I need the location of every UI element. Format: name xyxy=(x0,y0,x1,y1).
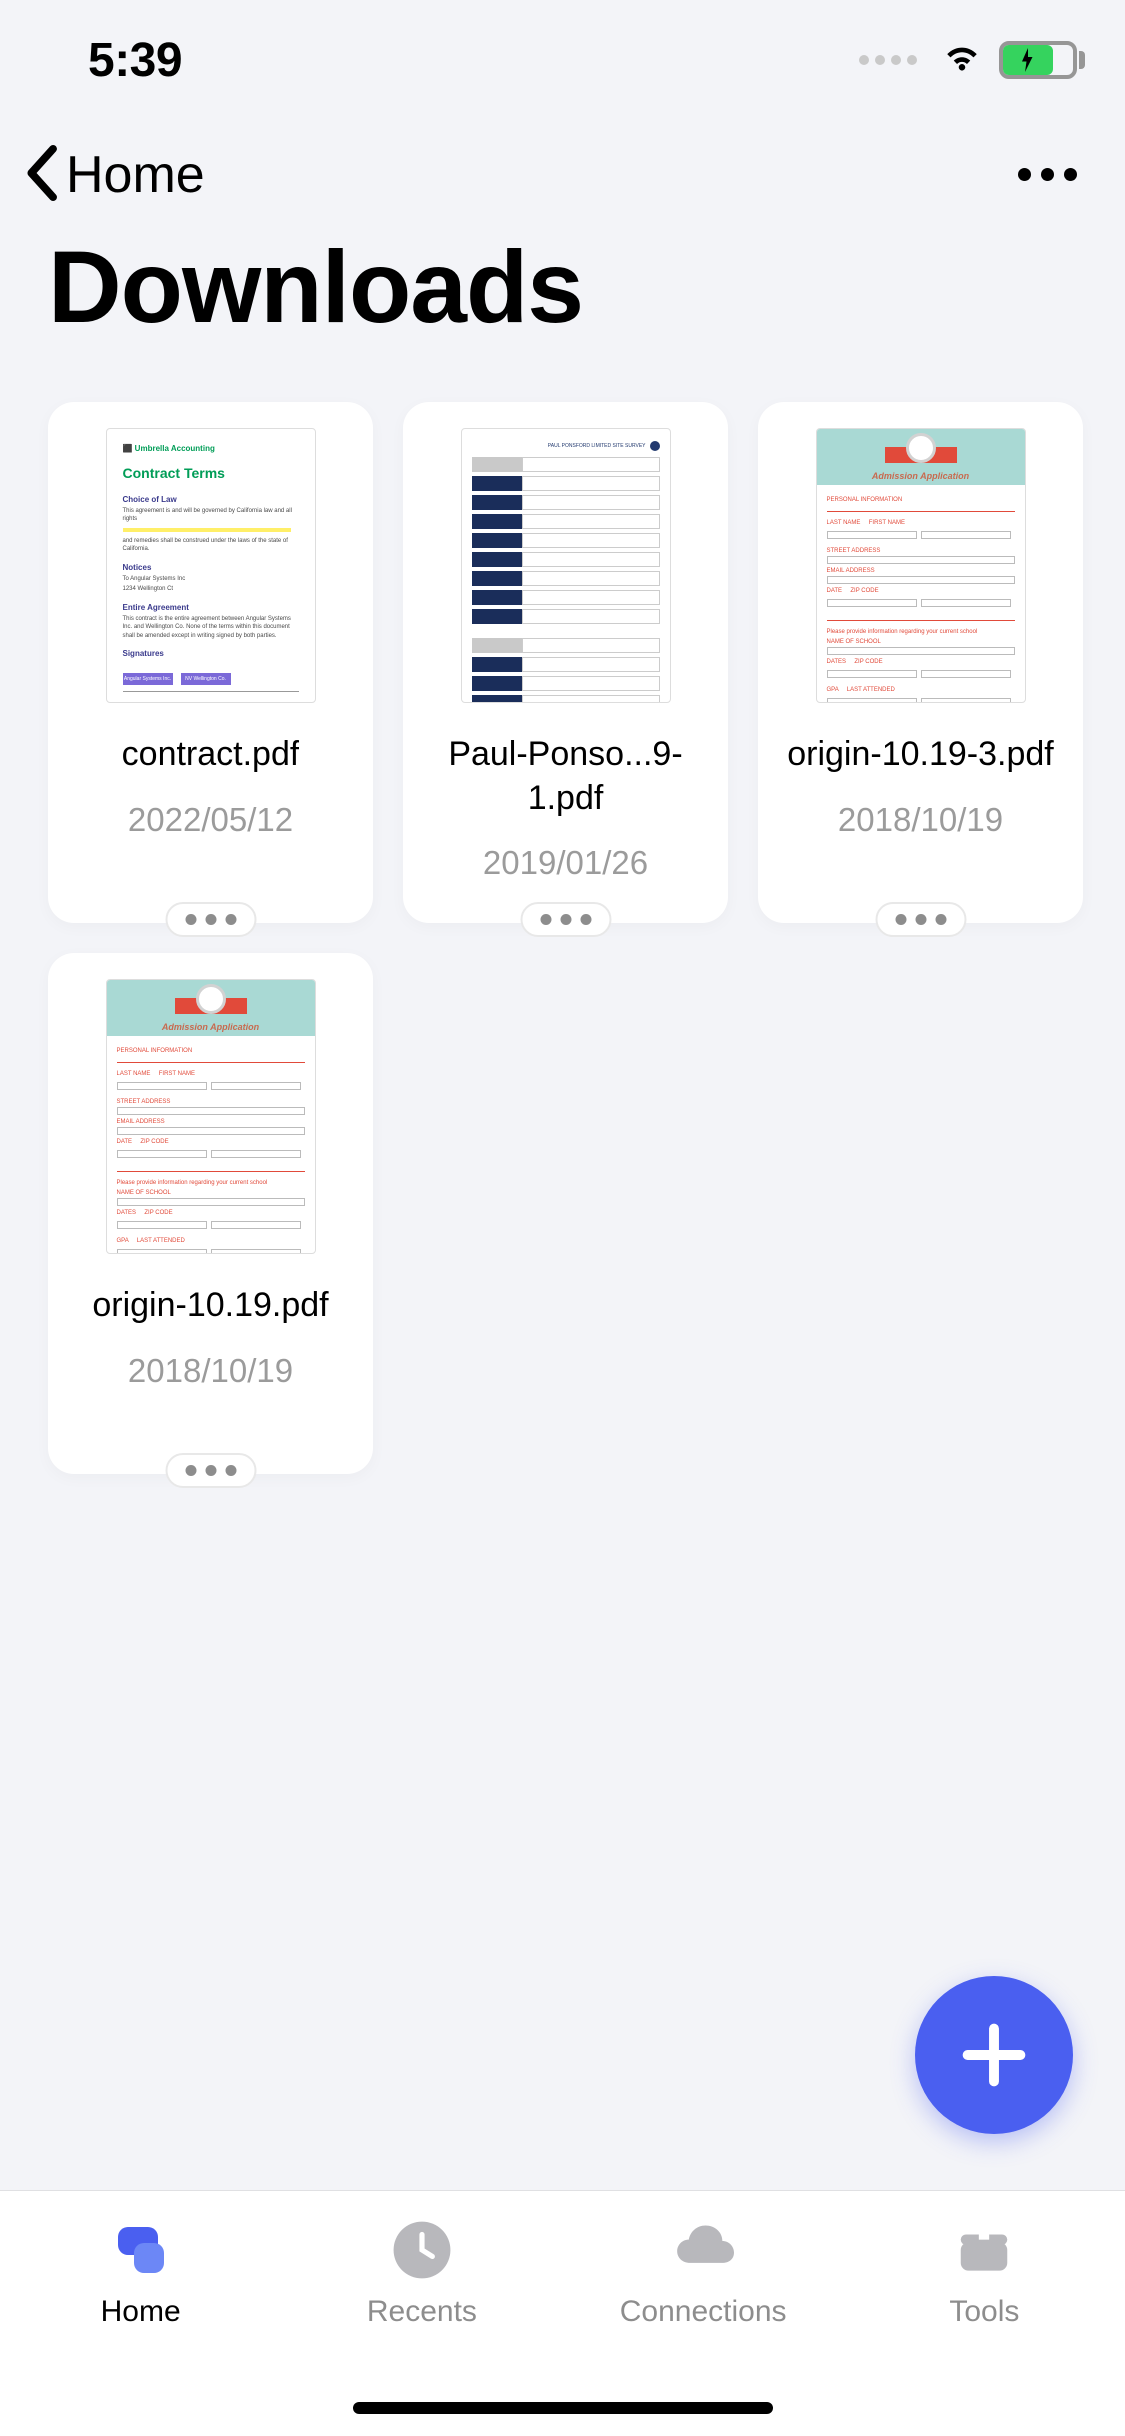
file-date: 2018/10/19 xyxy=(838,801,1003,839)
file-card[interactable]: PAUL PONSFORD LIMITED SITE SURVEY Paul-P… xyxy=(403,402,728,923)
file-thumbnail: Admission Application PERSONAL INFORMATI… xyxy=(816,428,1026,703)
file-card[interactable]: Admission Application PERSONAL INFORMATI… xyxy=(48,953,373,1474)
tab-label: Connections xyxy=(620,2295,787,2329)
page-title: Downloads xyxy=(0,215,1125,402)
nav-bar: Home xyxy=(0,120,1125,215)
file-more-button[interactable] xyxy=(520,902,611,937)
back-button[interactable]: Home xyxy=(20,144,205,205)
file-name: origin-10.19.pdf xyxy=(92,1284,328,1328)
tab-tools[interactable]: Tools xyxy=(844,2219,1125,2436)
file-thumbnail: Admission Application PERSONAL INFORMATI… xyxy=(106,979,316,1254)
file-thumbnail: ⬛ Umbrella Accounting Contract Terms Cho… xyxy=(106,428,316,703)
cellular-icon xyxy=(859,55,917,65)
file-name: Paul-Ponso...9-1.pdf xyxy=(419,733,712,820)
status-icons xyxy=(859,35,1077,86)
chevron-left-icon xyxy=(20,144,62,205)
tab-label: Recents xyxy=(367,2295,477,2329)
files-grid: ⬛ Umbrella Accounting Contract Terms Cho… xyxy=(0,402,1125,1474)
file-more-button[interactable] xyxy=(875,902,966,937)
file-date: 2019/01/26 xyxy=(483,844,648,882)
wifi-icon xyxy=(939,35,985,86)
tools-icon xyxy=(953,2219,1015,2281)
file-more-button[interactable] xyxy=(165,902,256,937)
file-date: 2018/10/19 xyxy=(128,1352,293,1390)
file-name: origin-10.19-3.pdf xyxy=(787,733,1054,777)
connections-icon xyxy=(672,2219,734,2281)
status-bar: 5:39 xyxy=(0,0,1125,120)
plus-icon xyxy=(961,2022,1027,2088)
tab-bar: Home Recents Connections Tools xyxy=(0,2190,1125,2436)
home-icon xyxy=(110,2219,172,2281)
back-label: Home xyxy=(66,145,205,205)
more-horizontal-icon xyxy=(1018,168,1077,181)
file-card[interactable]: ⬛ Umbrella Accounting Contract Terms Cho… xyxy=(48,402,373,923)
tab-label: Home xyxy=(101,2295,181,2329)
file-card[interactable]: Admission Application PERSONAL INFORMATI… xyxy=(758,402,1083,923)
add-button[interactable] xyxy=(915,1976,1073,2134)
file-name: contract.pdf xyxy=(122,733,300,777)
status-time: 5:39 xyxy=(88,33,182,88)
file-date: 2022/05/12 xyxy=(128,801,293,839)
tab-home[interactable]: Home xyxy=(0,2219,281,2436)
recents-icon xyxy=(391,2219,453,2281)
file-thumbnail: PAUL PONSFORD LIMITED SITE SURVEY xyxy=(461,428,671,703)
tab-label: Tools xyxy=(949,2295,1019,2329)
more-button[interactable] xyxy=(1018,168,1077,181)
battery-icon xyxy=(999,41,1077,79)
file-more-button[interactable] xyxy=(165,1453,256,1488)
home-indicator xyxy=(353,2402,773,2414)
